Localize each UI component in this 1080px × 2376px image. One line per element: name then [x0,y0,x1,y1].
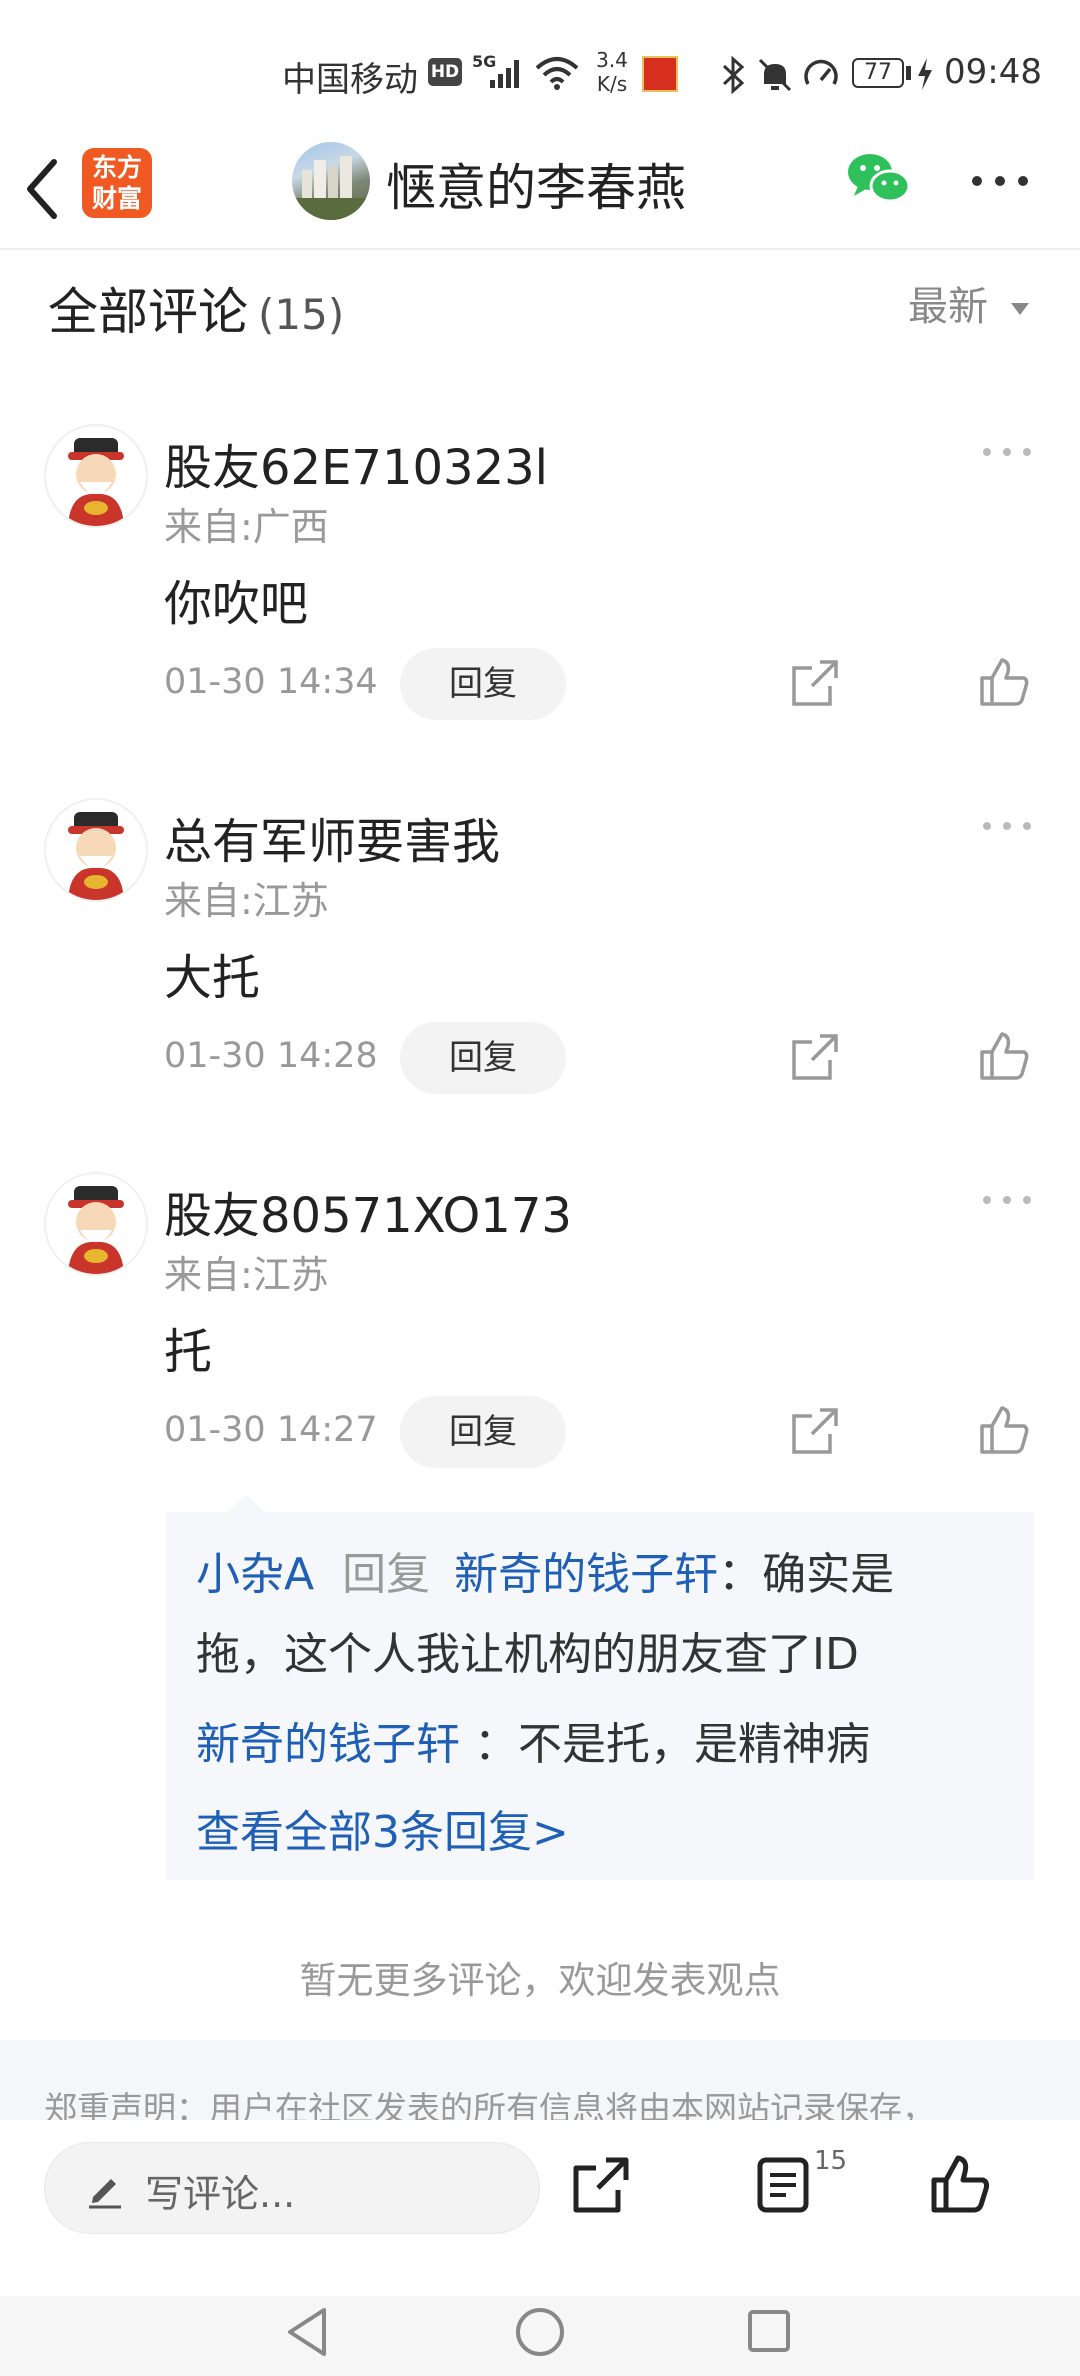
avatar-cityscape-icon [292,156,370,220]
comment-author[interactable]: 总有军师要害我 [164,802,500,872]
wechat-icon[interactable] [846,150,912,208]
write-comment-placeholder: 写评论... [145,2172,296,2216]
reply-username[interactable]: 新奇的钱子轩 [196,1719,460,1770]
clock: 09:48 [944,52,1042,92]
charging-icon [918,58,932,90]
reply-action-label: 回复 [342,1549,431,1600]
pencil-icon [89,2179,121,2209]
share-post-icon[interactable] [572,2156,630,2214]
comment-author[interactable]: 股友80571XO173 [164,1176,572,1246]
reply-line[interactable]: 小杂A 回复 新奇的钱子轩：确实是 [196,1538,894,1602]
comment-more-icon[interactable] [982,442,1032,462]
comments-count-badge: 15 [814,2146,848,2176]
reply-text-continuation: 拖，这个人我让机构的朋友查了ID [196,1629,859,1680]
share-icon[interactable] [790,1032,840,1082]
comment-item: 总有军师要害我 来自:江苏 大托 01-30 14:28 回复 [0,798,1080,1168]
like-icon[interactable] [978,1030,1030,1082]
reply-text: ：不是托，是精神病 [474,1719,870,1770]
no-more-comments-note: 暂无更多评论，欢迎发表观点 [299,1959,781,2002]
bottom-action-bar: 写评论... 15 [0,2120,1080,2296]
comment-author[interactable]: 股友62E710323l [164,428,548,498]
nav-back-icon[interactable] [284,2306,330,2358]
eastmoney-logo[interactable]: 东方 财富 [82,148,152,218]
reply-button[interactable]: 回复 [400,648,566,720]
system-nav-bar [0,2296,1080,2376]
reply-box-pointer [228,1494,264,1512]
comments-count: (15) [258,290,345,339]
back-arrow-icon[interactable] [22,158,62,220]
logo-line2: 财富 [91,184,142,213]
wifi-icon [535,57,579,90]
page-title: 惬意的李春燕 [386,159,686,217]
comment-time: 01-30 14:27 [164,1410,378,1450]
comment-more-icon[interactable] [982,1190,1032,1210]
comment-more-icon[interactable] [982,816,1032,836]
comment-text: 你吹吧 [164,576,309,632]
carrier-label: 中国移动 [282,60,418,100]
speedometer-icon [804,59,838,85]
sort-label: 最新 [908,284,988,330]
net-speed: 3.4 K/s [590,48,634,96]
commenter-avatar[interactable] [44,798,148,902]
commenter-avatar[interactable] [44,424,148,528]
reply-username[interactable]: 小杂A [196,1549,314,1600]
comment-text: 大托 [164,950,261,1006]
bluetooth-icon [722,56,745,94]
comments-section-title: 全部评论 (15) [48,272,344,344]
comments-title-label: 全部评论 [48,283,248,341]
comment-time: 01-30 14:34 [164,662,378,702]
reply-button[interactable]: 回复 [400,1396,566,1468]
notification-app-icon [642,56,678,92]
user-avatar[interactable] [292,142,370,220]
reply-target-username[interactable]: 新奇的钱子轩 [454,1549,718,1600]
sort-dropdown[interactable]: 最新 [908,274,1031,332]
like-post-icon[interactable] [930,2154,990,2214]
reply-line[interactable]: 新奇的钱子轩 ：不是托，是精神病 [196,1708,870,1772]
share-icon[interactable] [790,658,840,708]
app-header: 东方 财富 惬意的李春燕 [0,130,1080,250]
comment-location: 来自:江苏 [164,1253,329,1297]
comment-location: 来自:江苏 [164,879,329,923]
net-speed-value: 3.4 [596,48,628,72]
commenter-avatar[interactable] [44,1172,148,1276]
fortune-god-avatar-icon [68,438,124,526]
hd-badge: HD [428,58,462,86]
signal-icon [490,60,519,88]
like-icon[interactable] [978,656,1030,708]
battery-tip [906,66,911,80]
battery-icon: 77 [852,58,904,88]
fortune-god-avatar-icon [68,812,124,900]
comment-item: 股友62E710323l 来自:广西 你吹吧 01-30 14:34 回复 [0,424,1080,794]
comments-list-icon[interactable] [756,2156,810,2214]
share-icon[interactable] [790,1406,840,1456]
comment-text: 托 [164,1324,213,1380]
like-icon[interactable] [978,1404,1030,1456]
logo-line1: 东方 [91,153,142,182]
status-bar: 中国移动 HD 5G 3.4 K/s 77 09:48 [0,0,1080,130]
fortune-god-avatar-icon [68,1186,124,1274]
nav-recents-icon[interactable] [746,2308,792,2354]
comment-item: 股友80571XO173 来自:江苏 托 01-30 14:27 回复 [0,1172,1080,1542]
view-all-replies-link[interactable]: 查看全部3条回复> [196,1796,569,1860]
nav-home-icon[interactable] [514,2306,566,2358]
reply-thread-box: 小杂A 回复 新奇的钱子轩：确实是 拖，这个人我让机构的朋友查了ID 新奇的钱子… [166,1512,1034,1880]
mute-icon [758,58,792,92]
net-speed-unit: K/s [596,72,628,96]
comment-location: 来自:广西 [164,505,329,549]
write-comment-input[interactable]: 写评论... [44,2142,540,2234]
reply-text: ：确实是 [718,1549,895,1600]
reply-button[interactable]: 回复 [400,1022,566,1094]
caret-down-icon [1010,303,1029,315]
more-options-icon[interactable] [970,174,1030,188]
comment-time: 01-30 14:28 [164,1036,378,1076]
